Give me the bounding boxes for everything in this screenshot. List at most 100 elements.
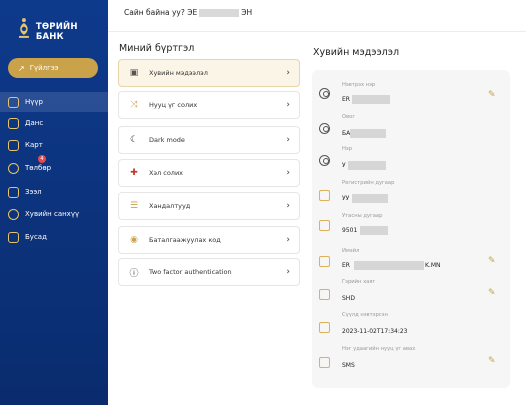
- menu-dark-mode[interactable]: ☾ Dark mode ›: [118, 126, 300, 154]
- masked-value: [360, 226, 388, 235]
- account-menu-title: Миний бүртгэл: [119, 43, 195, 54]
- card-icon: [319, 220, 330, 231]
- user-icon: [319, 155, 330, 166]
- masked-value: [350, 129, 386, 138]
- chevron-right-icon: ›: [286, 100, 290, 110]
- sidebar-item-label: Карт: [25, 141, 43, 149]
- chevron-right-icon: ›: [286, 68, 290, 78]
- menu-change-password[interactable]: ⤨ Нууц үг солих ›: [118, 91, 300, 119]
- menu-verification-code[interactable]: ◉ Баталгаажуулах код ›: [118, 226, 300, 254]
- last-login-value: 2023-11-02T17:34:23: [342, 328, 408, 335]
- field-label: Овог: [342, 114, 356, 120]
- menu-change-language[interactable]: ✚ Хэл солих ›: [118, 159, 300, 187]
- info-icon: ⓘ: [129, 268, 139, 279]
- top-bar: Сайн байна уу? ЭЕ ЭН: [108, 0, 526, 32]
- masked-value: [354, 261, 424, 270]
- chevron-right-icon: ›: [286, 235, 290, 245]
- chevron-right-icon: ›: [286, 168, 290, 178]
- edit-address-icon[interactable]: ✎: [488, 288, 496, 298]
- sidebar-item-label: Хувийн санхүү: [25, 210, 80, 218]
- sidebar-item-payments[interactable]: Төлбөр 4: [0, 155, 108, 178]
- menu-item-label: Хэл солих: [149, 169, 184, 177]
- arrow-up-right-icon: ↗: [18, 63, 25, 73]
- phone-value: 9501: [342, 227, 358, 234]
- personal-info-title: Хувийн мэдээлэл: [313, 47, 400, 58]
- loan-icon: [8, 186, 19, 198]
- sidebar-item-home[interactable]: Нүүр: [0, 92, 108, 112]
- people-icon: [8, 208, 19, 220]
- shuffle-icon: ⤨: [130, 100, 138, 110]
- menu-item-label: Two factor authentication: [149, 268, 232, 276]
- greeting-suffix: ЭН: [241, 8, 253, 17]
- sidebar: ТӨРИЙН БАНК ↗ Гүйлгээ Нүүр Данс Карт Төл…: [0, 0, 108, 405]
- chevron-right-icon: ›: [286, 135, 290, 145]
- chevron-right-icon: ›: [286, 201, 290, 211]
- surname-value: БА: [342, 130, 351, 137]
- email-value: ER: [342, 262, 350, 269]
- chevron-right-icon: ›: [286, 267, 290, 277]
- sidebar-item-accounts[interactable]: Данс: [0, 113, 108, 133]
- masked-value: [352, 194, 388, 203]
- otp-method-value: SMS: [342, 362, 355, 369]
- field-label: Нэр: [342, 146, 353, 152]
- edit-email-icon[interactable]: ✎: [488, 256, 496, 266]
- sidebar-item-loans[interactable]: Зээл: [0, 182, 108, 202]
- menu-personal-info[interactable]: ▣ Хувийн мэдээлэл ›: [118, 59, 300, 87]
- sidebar-item-label: Бусад: [25, 233, 47, 241]
- shield-icon: ◉: [130, 235, 138, 245]
- menu-item-label: Хувийн мэдээлэл: [149, 69, 208, 77]
- menu-two-factor[interactable]: ⓘ Two factor authentication ›: [118, 258, 300, 286]
- field-label: Регистрийн дугаар: [342, 180, 395, 186]
- personal-info-panel: Нэвтрэх нэр ER ✎ Овог БА Нэр У Регистрий…: [312, 70, 510, 388]
- sidebar-item-label: Нүүр: [25, 98, 43, 106]
- sidebar-item-cards[interactable]: Карт: [0, 135, 108, 155]
- moon-icon: ☾: [129, 135, 139, 145]
- account-icon: [8, 117, 19, 129]
- masked-name: [199, 9, 240, 17]
- email-suffix: K.MN: [425, 262, 441, 269]
- sidebar-item-label: Данс: [25, 119, 44, 127]
- bank-logo-icon: [18, 18, 29, 38]
- register-value: УУ: [342, 195, 350, 202]
- card-icon: [8, 139, 19, 151]
- field-label: Сүүлд нэвтэрсэн: [342, 312, 388, 318]
- transaction-button[interactable]: ↗ Гүйлгээ: [8, 58, 98, 78]
- edit-otp-icon[interactable]: ✎: [488, 356, 496, 366]
- bulb-icon: [8, 162, 19, 174]
- greeting: Сайн байна уу? ЭЕ ЭН: [124, 8, 252, 17]
- name-value: У: [342, 162, 346, 169]
- card-icon: [319, 357, 330, 368]
- bank-name: ТӨРИЙН БАНК: [35, 22, 78, 42]
- id-card-icon: ▣: [129, 68, 139, 78]
- card-icon: [319, 322, 330, 333]
- greeting-prefix: Сайн байна уу? ЭЕ: [124, 8, 198, 17]
- grid-icon: [8, 231, 19, 243]
- edit-username-icon[interactable]: ✎: [488, 90, 496, 100]
- access-icon: ☰: [129, 201, 139, 211]
- sidebar-item-personal-finance[interactable]: Хувийн санхүү: [0, 204, 108, 224]
- field-label: Имэйл: [342, 248, 360, 254]
- menu-item-label: Баталгаажуулах код: [149, 236, 221, 244]
- menu-item-label: Нууц үг солих: [149, 101, 198, 109]
- field-label: Утасны дугаар: [342, 213, 383, 219]
- user-icon: [319, 123, 330, 134]
- card-icon: [319, 190, 330, 201]
- notification-badge: 4: [38, 155, 46, 163]
- sidebar-item-other[interactable]: Бусад: [0, 227, 108, 247]
- bank-logo[interactable]: ТӨРИЙН БАНК: [16, 14, 108, 42]
- field-label: Гэрийн хаяг: [342, 279, 376, 285]
- transaction-label: Гүйлгээ: [29, 64, 59, 72]
- address-value: SHD: [342, 295, 355, 302]
- field-label: Нэг удаагийн нууц үг авах: [342, 346, 416, 352]
- home-icon: [8, 96, 19, 108]
- user-icon: [319, 88, 330, 99]
- flag-icon: ✚: [130, 168, 138, 178]
- menu-access[interactable]: ☰ Хандалтууд ›: [118, 192, 300, 220]
- username-value: ER: [342, 96, 350, 103]
- card-icon: [319, 289, 330, 300]
- masked-value: [352, 95, 390, 104]
- menu-item-label: Хандалтууд: [149, 202, 191, 210]
- masked-value: [348, 161, 386, 170]
- sidebar-item-label: Төлбөр: [25, 164, 52, 172]
- card-icon: [319, 256, 330, 267]
